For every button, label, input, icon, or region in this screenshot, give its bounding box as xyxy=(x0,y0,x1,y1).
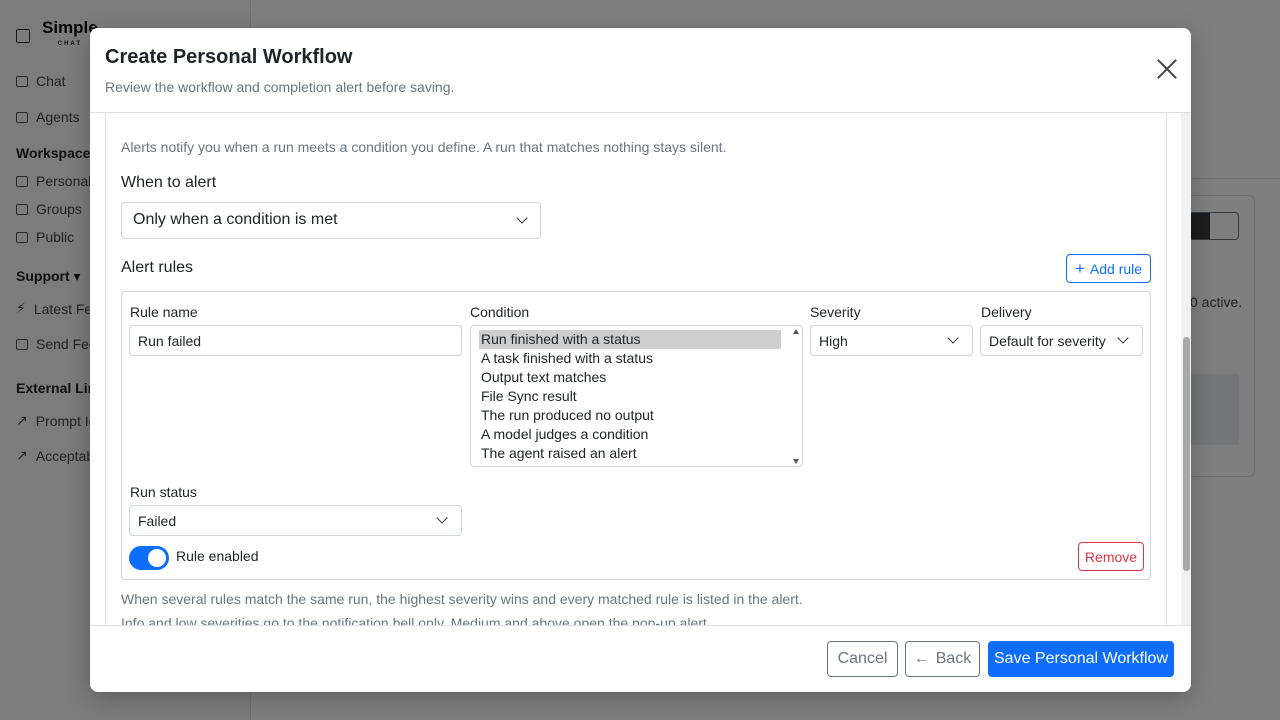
chevron-down-icon xyxy=(1117,332,1129,344)
alert-intro-text: Alerts notify you when a run meets a con… xyxy=(121,139,727,155)
condition-option[interactable]: Output text matches xyxy=(479,368,781,387)
toggle-knob xyxy=(148,549,166,567)
run-status-select[interactable]: Failed xyxy=(129,505,462,536)
condition-option[interactable]: A task finished with a status xyxy=(479,349,781,368)
severity-select[interactable]: High xyxy=(810,325,973,356)
scroll-up-icon[interactable] xyxy=(793,329,799,334)
rule-enabled-toggle[interactable] xyxy=(129,546,169,570)
back-button[interactable]: ← Back xyxy=(905,641,980,677)
plus-icon: + xyxy=(1074,258,1085,278)
severity-value: High xyxy=(819,333,848,349)
close-icon[interactable] xyxy=(1156,58,1178,80)
rule-name-input[interactable]: Run failed xyxy=(129,325,462,356)
delivery-value: Default for severity xyxy=(989,333,1106,349)
condition-option[interactable]: The agent raised an alert xyxy=(479,444,781,463)
rule-enabled-label: Rule enabled xyxy=(176,548,259,564)
modal-scrollbar-thumb[interactable] xyxy=(1183,337,1190,571)
when-to-alert-label: When to alert xyxy=(121,174,217,191)
chevron-down-icon xyxy=(436,512,448,524)
run-status-value: Failed xyxy=(138,513,177,529)
add-rule-button[interactable]: + Add rule xyxy=(1066,254,1151,283)
modal-footer: Cancel ← Back Save Personal Workflow xyxy=(90,625,1191,692)
chevron-down-icon xyxy=(947,332,959,344)
severity-label: Severity xyxy=(810,304,861,320)
alert-rules-label: Alert rules xyxy=(121,259,194,276)
scroll-down-icon[interactable] xyxy=(793,459,799,464)
cancel-button[interactable]: Cancel xyxy=(827,641,898,677)
modal-title: Create Personal Workflow xyxy=(105,46,353,68)
rule-name-label: Rule name xyxy=(130,304,198,320)
modal-subtitle: Review the workflow and completion alert… xyxy=(105,79,455,95)
when-to-alert-select[interactable]: Only when a condition is met xyxy=(121,202,541,239)
condition-option[interactable]: Run finished with a status xyxy=(479,330,781,349)
condition-option[interactable]: The run produced no output xyxy=(479,406,781,425)
condition-listbox[interactable]: Run finished with a status A task finish… xyxy=(470,325,803,467)
delivery-label: Delivery xyxy=(981,304,1032,320)
condition-option[interactable]: File Sync result xyxy=(479,387,781,406)
save-workflow-button[interactable]: Save Personal Workflow xyxy=(988,641,1174,677)
remove-rule-button[interactable]: Remove xyxy=(1078,542,1144,571)
chevron-down-icon xyxy=(516,212,528,224)
run-status-label: Run status xyxy=(130,484,197,500)
delivery-select[interactable]: Default for severity xyxy=(980,325,1143,356)
condition-label: Condition xyxy=(470,304,530,320)
modal-body: Alerts notify you when a run meets a con… xyxy=(90,113,1191,625)
create-workflow-modal: Create Personal Workflow Review the work… xyxy=(90,28,1191,692)
when-to-alert-value: Only when a condition is met xyxy=(133,211,338,228)
modal-header: Create Personal Workflow Review the work… xyxy=(90,28,1191,113)
arrow-left-icon: ← xyxy=(913,650,930,667)
rule-card: Rule name Run failed Condition Run finis… xyxy=(121,291,1151,580)
severity-note: When several rules match the same run, t… xyxy=(121,591,803,607)
delivery-note: Info and low severities go to the notifi… xyxy=(121,615,711,625)
condition-option[interactable]: A model judges a condition xyxy=(479,425,781,444)
